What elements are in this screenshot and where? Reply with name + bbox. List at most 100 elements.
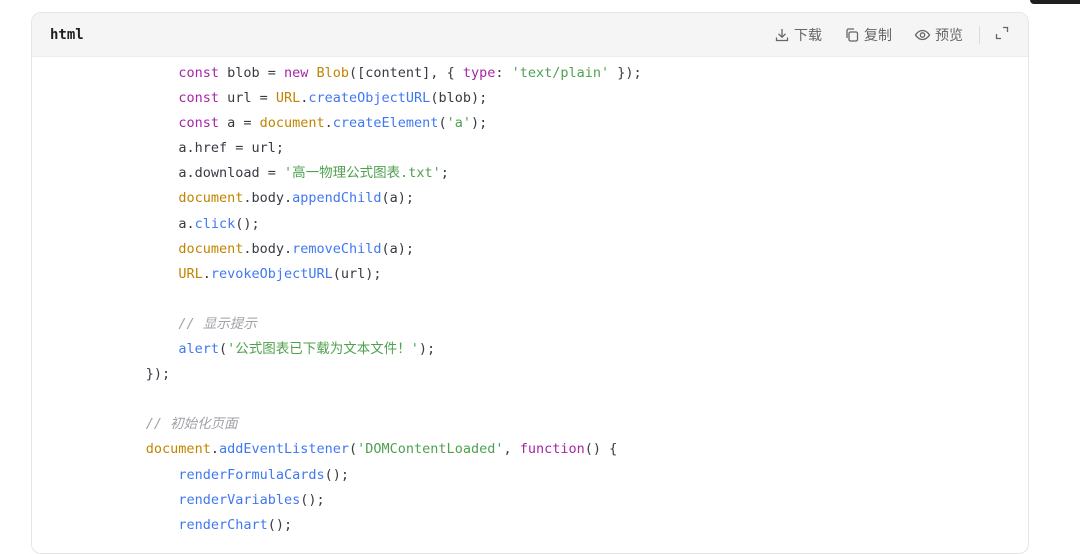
- code-line: alert('公式图表已下载为文本文件！');: [32, 337, 1028, 362]
- code-token: (blob);: [430, 90, 488, 107]
- code-line: renderChart();: [32, 513, 1028, 538]
- code-token: .: [324, 115, 333, 132]
- code-line: document.body.removeChild(a);: [32, 237, 1028, 262]
- code-token: (: [218, 341, 228, 358]
- code-token: removeChild: [292, 240, 382, 257]
- code-token: url =: [218, 90, 276, 107]
- code-content[interactable]: const blob = new Blob([content], { type:…: [32, 57, 1028, 538]
- code-token: :: [495, 65, 512, 81]
- code-token: revokeObjectURL: [210, 265, 333, 282]
- code-token: renderVariables: [178, 491, 301, 508]
- window-corner-tab: [1030, 0, 1080, 4]
- code-token: document: [259, 115, 325, 132]
- code-token: click: [194, 215, 236, 232]
- code-line: document.addEventListener('DOMContentLoa…: [32, 437, 1028, 462]
- code-line: URL.revokeObjectURL(url);: [32, 262, 1028, 287]
- code-line: renderFormulaCards();: [32, 463, 1028, 488]
- copy-icon: [844, 27, 860, 43]
- code-token: Blob: [316, 65, 350, 81]
- code-token: ;: [440, 165, 449, 182]
- code-line: document.body.appendChild(a);: [32, 186, 1028, 211]
- preview-label: 预览: [935, 27, 963, 44]
- code-token: ();: [324, 466, 350, 483]
- code-token: (: [349, 441, 358, 458]
- code-token: .: [210, 441, 219, 458]
- code-token: a.download =: [178, 165, 284, 182]
- download-button[interactable]: 下载: [774, 25, 822, 45]
- code-token: (url);: [332, 265, 382, 282]
- code-token: const: [178, 65, 219, 81]
- code-token: URL: [275, 90, 301, 107]
- code-token: (a);: [381, 240, 415, 257]
- code-token: createObjectURL: [308, 90, 431, 107]
- code-token: addEventListener: [218, 441, 350, 458]
- code-line: const a = document.createElement('a');: [32, 111, 1028, 136]
- code-token: '公式图表已下载为文本文件！': [227, 341, 419, 358]
- code-line: });: [32, 362, 1028, 387]
- code-token: appendChild: [292, 190, 382, 207]
- code-token: .: [202, 265, 211, 282]
- eye-icon: [914, 27, 931, 43]
- code-token: document: [145, 441, 211, 458]
- code-line: const url = URL.createObjectURL(blob);: [32, 86, 1028, 111]
- code-token: renderFormulaCards: [178, 466, 325, 483]
- copy-label: 复制: [864, 27, 892, 44]
- preview-button[interactable]: 预览: [914, 25, 963, 45]
- code-token: document: [178, 190, 244, 207]
- code-token: a =: [218, 115, 260, 132]
- code-token: 'a': [446, 115, 471, 132]
- download-icon: [774, 27, 790, 43]
- code-language-label: html: [50, 26, 84, 43]
- code-token: // 显示提示: [178, 315, 257, 332]
- code-line: [32, 287, 1028, 312]
- code-line: renderVariables();: [32, 488, 1028, 513]
- code-token: ();: [235, 215, 260, 232]
- code-token: (a);: [381, 190, 415, 207]
- code-token: ();: [267, 516, 293, 533]
- code-token: ,: [503, 441, 520, 458]
- code-line: a.download = '高一物理公式图表.txt';: [32, 161, 1028, 186]
- code-line: a.href = url;: [32, 136, 1028, 161]
- code-token: );: [470, 115, 488, 132]
- code-token: });: [145, 366, 171, 383]
- expand-icon: [994, 25, 1010, 44]
- code-token: .body.: [243, 240, 293, 257]
- code-token: });: [609, 65, 642, 81]
- code-token: (: [438, 115, 447, 132]
- code-token: URL: [178, 265, 203, 282]
- code-line: [32, 387, 1028, 412]
- code-line: // 初始化页面: [32, 412, 1028, 437]
- header-divider: [979, 25, 980, 44]
- code-token: () {: [584, 441, 618, 458]
- code-token: createElement: [332, 115, 439, 132]
- copy-button[interactable]: 复制: [844, 25, 892, 45]
- code-token: ();: [300, 491, 325, 508]
- code-token: function: [519, 441, 585, 458]
- code-token: ([content], {: [349, 65, 463, 81]
- code-token: const: [178, 115, 219, 132]
- code-token: new: [283, 65, 309, 81]
- code-token: 'DOMContentLoaded': [357, 441, 504, 458]
- code-block: html 下载 复制 预览 const blob = new Blob([con…: [31, 12, 1029, 554]
- code-line: // 显示提示: [32, 312, 1028, 337]
- expand-button[interactable]: [994, 25, 1010, 44]
- code-token: type: [462, 65, 496, 81]
- code-token: a.href = url;: [178, 140, 284, 157]
